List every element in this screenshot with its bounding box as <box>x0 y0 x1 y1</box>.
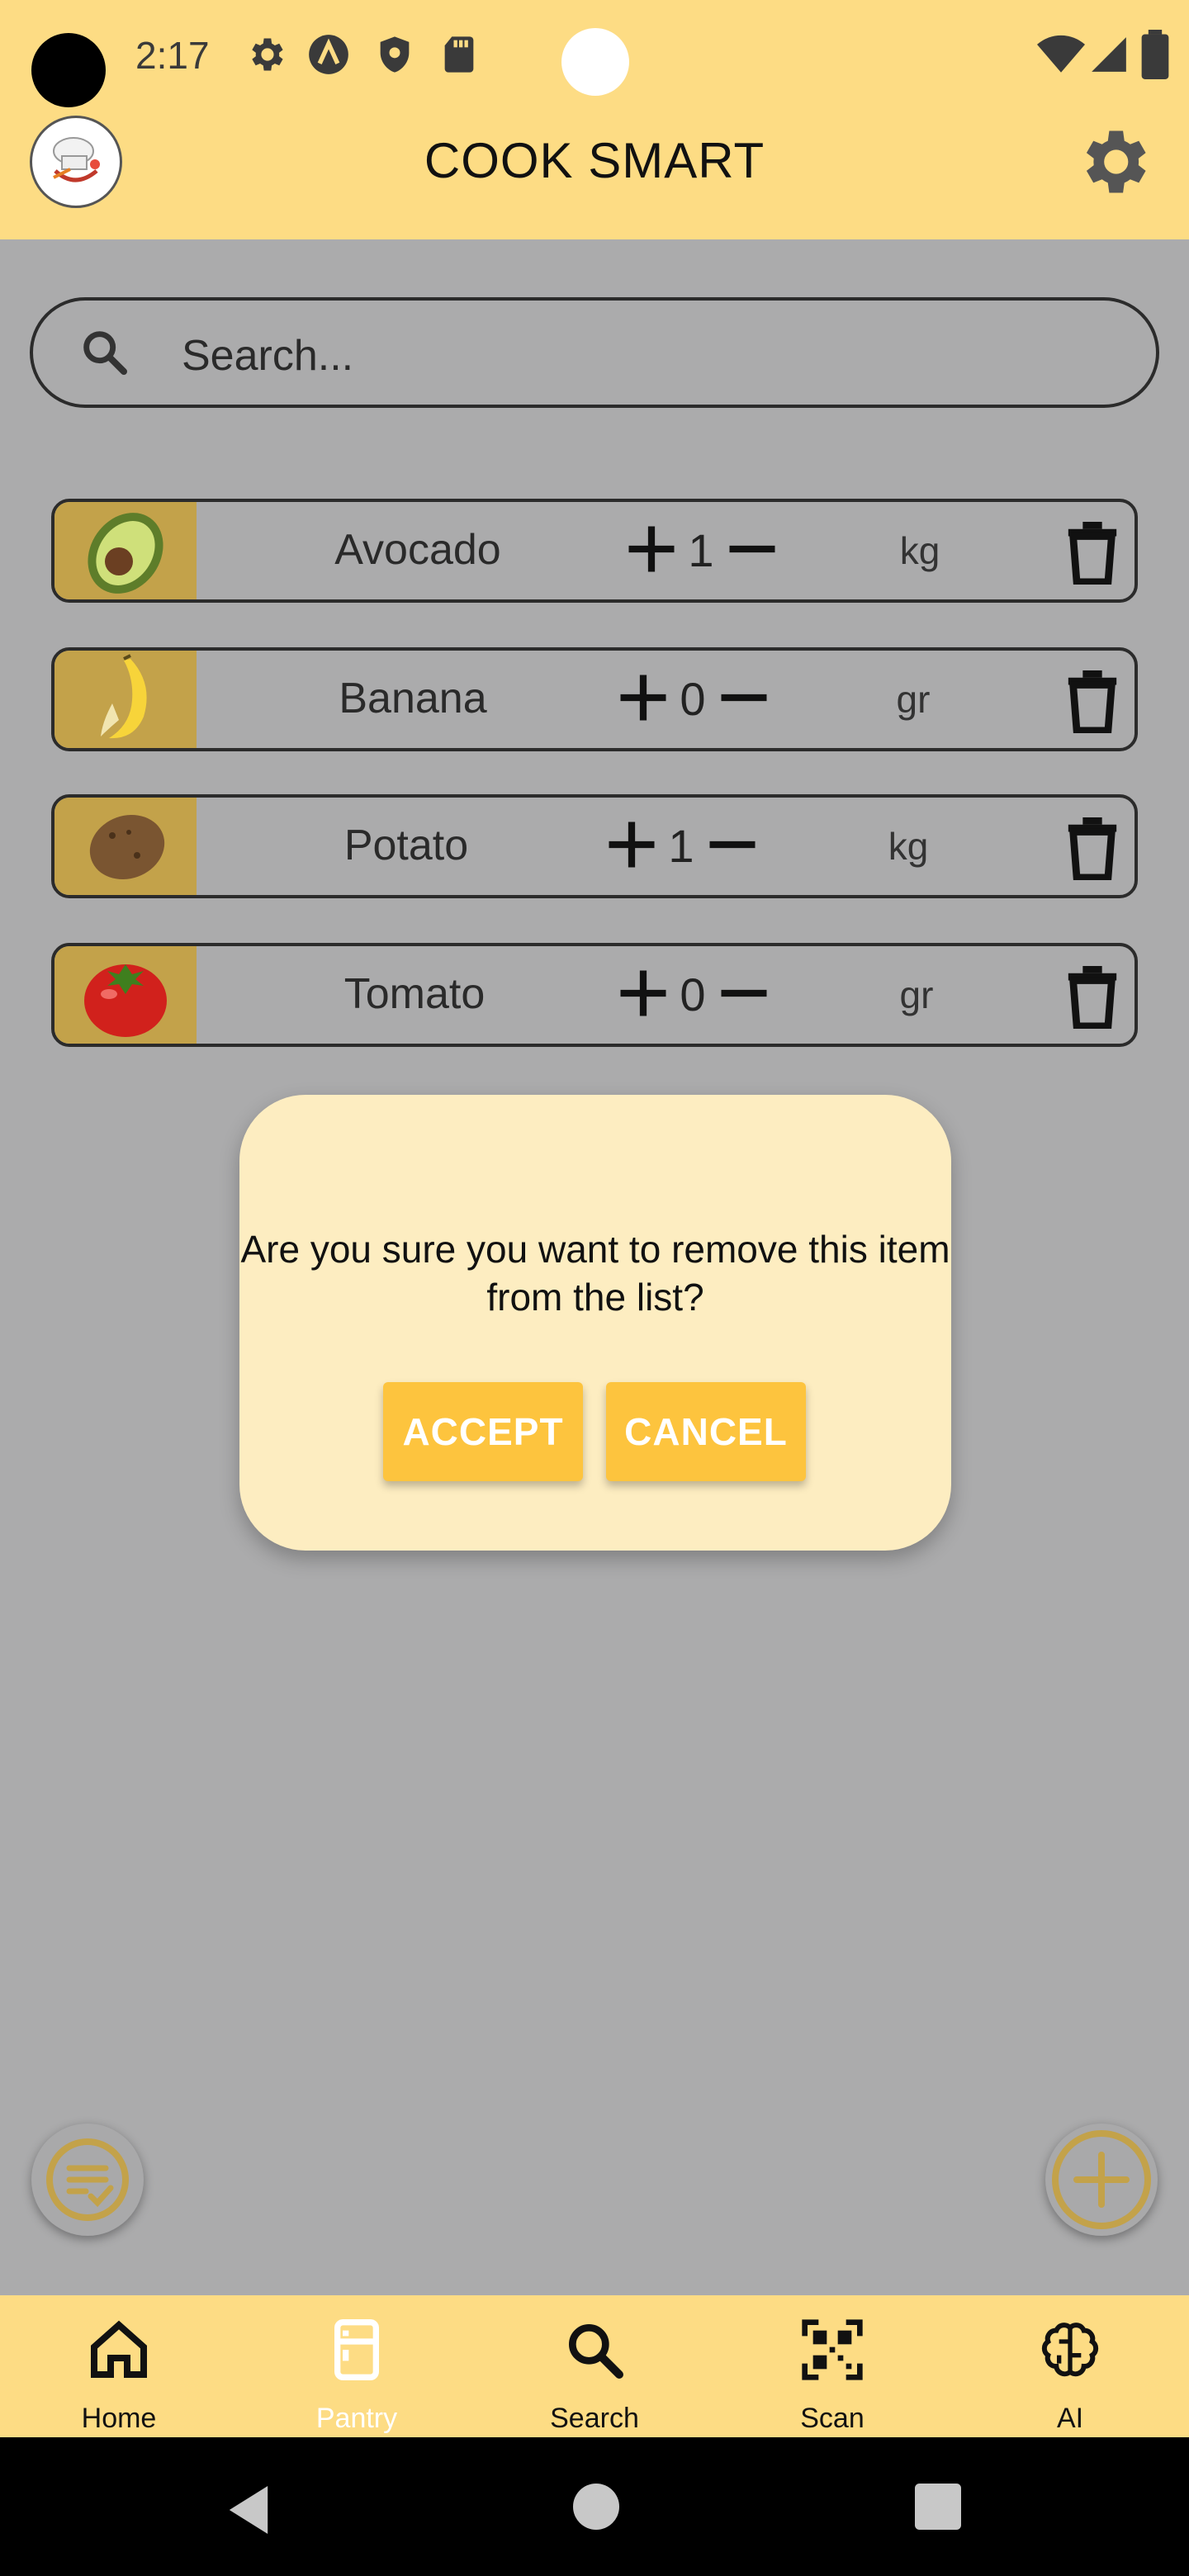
item-quantity: 1 <box>688 524 714 576</box>
confirm-dialog <box>239 1095 951 1551</box>
brain-icon <box>1041 2323 1099 2377</box>
trash-icon[interactable] <box>1063 961 1121 1029</box>
plus-icon[interactable] <box>604 817 659 872</box>
checklist-button[interactable] <box>31 2124 144 2236</box>
plus-icon[interactable] <box>624 522 679 576</box>
trash-icon[interactable] <box>1063 812 1121 880</box>
search-input[interactable] <box>180 322 1092 390</box>
page-title: COOK SMART <box>424 133 765 188</box>
list-item: Banana 0 gr <box>51 647 1138 751</box>
checklist-icon <box>46 2138 129 2221</box>
item-unit: gr <box>899 973 934 1016</box>
plus-icon[interactable] <box>616 966 670 1020</box>
tomato-thumbnail <box>54 946 197 1044</box>
item-quantity: 1 <box>668 820 694 872</box>
potato-thumbnail <box>54 798 197 895</box>
nav-search[interactable]: Search <box>512 2295 677 2437</box>
minus-icon[interactable] <box>705 817 760 872</box>
item-quantity: 0 <box>680 968 706 1020</box>
sd-card-icon <box>444 36 474 73</box>
search-icon <box>83 331 127 375</box>
item-unit: kg <box>888 825 929 868</box>
tomato-icon <box>84 964 167 1037</box>
nav-search-label: Search <box>550 2403 639 2434</box>
list-item: Tomato 0 gr <box>51 943 1138 1047</box>
add-item-button[interactable] <box>1045 2124 1158 2236</box>
item-name: Avocado <box>334 526 501 574</box>
item-name: Tomato <box>343 970 486 1018</box>
banana-thumbnail <box>54 651 197 748</box>
banana-icon <box>101 654 147 739</box>
wifi-icon <box>1037 35 1085 73</box>
nav-home-label: Home <box>81 2403 157 2434</box>
gear-icon[interactable] <box>1072 121 1154 203</box>
fridge-icon <box>334 2319 379 2380</box>
list-item: Avocado 1 kg <box>51 499 1138 603</box>
search-icon <box>569 2324 623 2379</box>
accept-button[interactable]: ACCEPT <box>383 1382 583 1481</box>
potato-icon <box>89 814 165 880</box>
nav-ai-label: AI <box>1056 2403 1084 2434</box>
qr-icon <box>802 2319 863 2380</box>
minus-icon[interactable] <box>717 966 771 1020</box>
cancel-button[interactable]: CANCEL <box>606 1382 806 1481</box>
home-icon <box>91 2320 147 2378</box>
plus-icon[interactable] <box>616 670 670 725</box>
item-name: Banana <box>339 675 487 722</box>
item-name: Potato <box>343 822 469 869</box>
home-circle-icon[interactable] <box>573 2484 619 2530</box>
nav-home[interactable]: Home <box>36 2295 201 2437</box>
avocado-thumbnail <box>54 502 197 599</box>
nav-pantry-label: Pantry <box>315 2403 398 2434</box>
settings-status-icon <box>252 38 283 71</box>
item-quantity: 0 <box>680 673 706 725</box>
trash-icon[interactable] <box>1063 665 1121 733</box>
nav-scan[interactable]: Scan <box>750 2295 915 2437</box>
list-item: Potato 1 kg <box>51 794 1138 898</box>
minus-icon[interactable] <box>725 522 779 576</box>
item-unit: kg <box>899 529 940 572</box>
nav-ai[interactable]: AI <box>988 2295 1153 2437</box>
recents-icon[interactable] <box>915 2484 961 2530</box>
add-icon <box>1052 2130 1151 2229</box>
minus-icon[interactable] <box>717 670 771 725</box>
cell-signal-icon <box>1092 37 1126 72</box>
item-unit: gr <box>896 678 931 721</box>
app-status-icon <box>309 35 348 74</box>
camera-cutout <box>31 33 106 107</box>
back-icon[interactable] <box>225 2484 272 2536</box>
nav-pantry[interactable]: Pantry <box>274 2295 439 2437</box>
shield-icon <box>380 36 410 73</box>
trash-icon[interactable] <box>1063 517 1121 585</box>
status-dot <box>561 28 629 96</box>
battery-icon <box>1141 30 1169 79</box>
avocado-icon <box>88 513 163 594</box>
status-time: 2:17 <box>135 34 210 77</box>
dialog-message: Are you sure you want to remove this ite… <box>240 1228 950 1319</box>
nav-scan-label: Scan <box>800 2403 865 2434</box>
